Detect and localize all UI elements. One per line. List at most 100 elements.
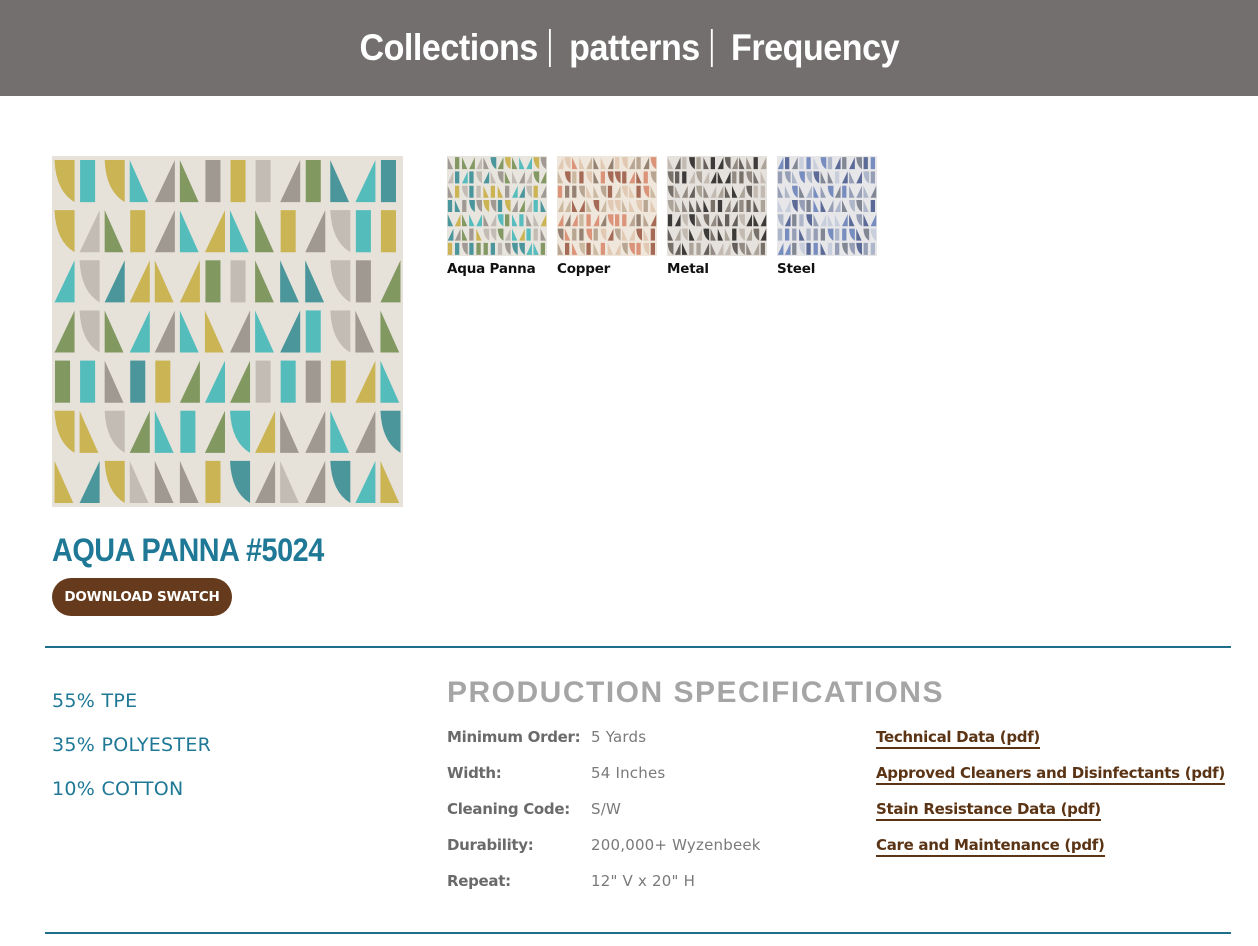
pattern-shape xyxy=(615,157,620,170)
pattern-shape xyxy=(565,242,570,255)
colorway-metal[interactable]: Metal xyxy=(667,156,767,277)
colorway-label: Copper xyxy=(557,261,611,277)
pattern-shape xyxy=(305,360,321,403)
pattern-shape xyxy=(586,242,591,255)
pattern-shape xyxy=(870,200,875,212)
colorway-thumbnail[interactable] xyxy=(447,156,547,256)
pattern-shape xyxy=(753,185,758,198)
pattern-shape xyxy=(725,214,730,227)
pattern-shape xyxy=(380,160,396,203)
pattern-shape xyxy=(533,200,538,212)
pattern-shape xyxy=(863,242,868,255)
pattern-shape xyxy=(636,157,641,170)
pattern-shape xyxy=(785,157,790,170)
pattern-shape xyxy=(483,242,488,255)
pattern-shape xyxy=(230,160,246,203)
colorway-list: Aqua Panna Copper Metal Steel xyxy=(447,156,877,277)
product-title: AQUA PANNA #5024 xyxy=(52,532,324,568)
pattern-shape xyxy=(469,185,474,198)
spec-value: 54 Inches xyxy=(591,764,666,782)
pattern-shape xyxy=(643,200,648,212)
pattern-shape xyxy=(205,160,221,203)
pattern-shape xyxy=(205,260,221,303)
pattern-shape xyxy=(799,214,804,227)
pattern-shape xyxy=(447,242,453,255)
stain-resistance-link[interactable]: Stain Resistance Data (pdf) xyxy=(876,798,1225,834)
colorway-thumbnail[interactable] xyxy=(557,156,657,256)
link-text: Approved Cleaners and Disinfectants (pdf… xyxy=(876,764,1225,785)
download-swatch-button[interactable]: DOWNLOAD SWATCH xyxy=(52,578,232,616)
pattern-shape xyxy=(842,228,847,241)
pattern-shape xyxy=(835,242,840,255)
pattern-shape xyxy=(870,157,875,170)
pattern-shape xyxy=(497,242,503,255)
pattern-shape xyxy=(835,171,840,184)
colorway-thumbnail[interactable] xyxy=(667,156,767,256)
top-banner: Collections patterns Frequency xyxy=(0,0,1258,96)
pattern-shape xyxy=(130,360,146,403)
pattern-shape xyxy=(643,171,648,184)
breadcrumb-collections[interactable]: Collections xyxy=(357,27,539,69)
breadcrumb: Collections patterns Frequency xyxy=(357,27,900,69)
pattern-shape xyxy=(305,160,321,203)
pattern-shape xyxy=(280,360,296,403)
pattern-shape xyxy=(746,200,751,212)
pattern-shape xyxy=(842,185,847,198)
pattern-shape xyxy=(80,360,96,403)
breadcrumb-separator xyxy=(548,29,551,67)
pattern-shape xyxy=(533,185,538,198)
pattern-shape xyxy=(55,360,71,403)
pattern-shape xyxy=(870,171,875,184)
specifications-heading: PRODUCTION SPECIFICATIONS xyxy=(447,676,944,709)
pattern-shape xyxy=(305,310,321,353)
pattern-shape xyxy=(760,200,765,212)
pattern-shape xyxy=(476,242,481,255)
pattern-shape xyxy=(813,228,818,241)
breadcrumb-patterns[interactable]: patterns xyxy=(567,27,701,69)
pattern-shape xyxy=(505,214,510,227)
pattern-shape xyxy=(806,200,811,212)
pattern-shape xyxy=(732,228,737,241)
pattern-shape xyxy=(155,360,171,403)
pattern-shape xyxy=(600,171,605,184)
pattern-shape xyxy=(280,210,296,253)
pattern-shape xyxy=(636,242,641,255)
pattern-shape xyxy=(696,242,701,255)
link-text: Care and Maintenance (pdf) xyxy=(876,836,1105,857)
spec-row: Cleaning Code: S/W xyxy=(447,798,761,834)
pattern-shape xyxy=(760,242,765,255)
pattern-shape xyxy=(813,242,818,255)
pattern-shape xyxy=(469,171,474,184)
pattern-shape xyxy=(557,185,563,198)
pattern-shape xyxy=(505,185,510,198)
pattern-shape xyxy=(739,200,744,212)
colorway-aqua-panna[interactable]: Aqua Panna xyxy=(447,156,547,277)
pattern-shape xyxy=(579,171,584,184)
pattern-shape xyxy=(565,185,570,198)
fabric-pattern-graphic xyxy=(52,156,403,507)
colorway-steel[interactable]: Steel xyxy=(777,156,877,277)
pattern-shape xyxy=(579,228,584,241)
fiber-content-item: 55% TPE xyxy=(52,690,138,712)
spec-value: 5 Yards xyxy=(591,728,647,746)
link-text: Technical Data (pdf) xyxy=(876,728,1040,749)
pattern-shape xyxy=(469,228,474,241)
pattern-shape xyxy=(785,228,790,241)
colorway-copper[interactable]: Copper xyxy=(557,156,657,277)
pattern-shape xyxy=(675,171,680,184)
pattern-shape xyxy=(330,360,346,403)
pattern-shape xyxy=(540,242,545,255)
colorway-thumbnail[interactable] xyxy=(777,156,877,256)
care-maintenance-link[interactable]: Care and Maintenance (pdf) xyxy=(876,834,1225,870)
pattern-shape xyxy=(696,157,701,170)
spec-row: Minimum Order: 5 Yards xyxy=(447,726,761,762)
technical-data-link[interactable]: Technical Data (pdf) xyxy=(876,726,1225,762)
approved-cleaners-link[interactable]: Approved Cleaners and Disinfectants (pdf… xyxy=(876,762,1225,798)
pattern-shape xyxy=(380,210,396,253)
fiber-content-item: 10% COTTON xyxy=(52,778,184,800)
pattern-shape xyxy=(462,200,467,212)
spec-value: 200,000+ Wyzenbeek xyxy=(591,836,761,854)
colorway-label: Metal xyxy=(667,261,709,277)
pattern-shape xyxy=(710,157,715,170)
pattern-shape xyxy=(600,242,605,255)
